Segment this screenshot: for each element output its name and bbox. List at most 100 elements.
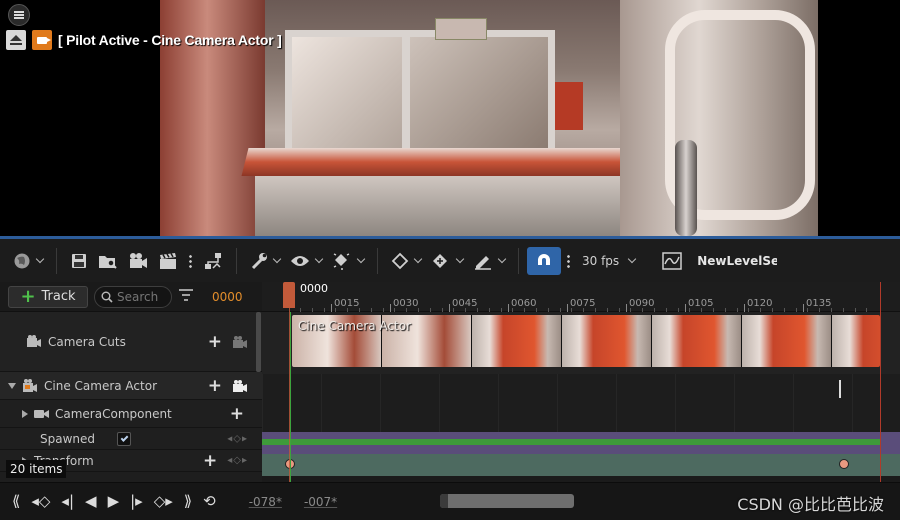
previous-key-icon[interactable]: ◂◇	[31, 494, 50, 509]
level-viewport[interactable]: [ Pilot Active - Cine Camera Actor ]	[0, 0, 900, 236]
next-key-icon[interactable]: ◇▸	[154, 494, 173, 509]
filter-icon	[179, 289, 193, 301]
track-camera-component[interactable]: CameraComponent +	[0, 400, 262, 428]
world-settings-button[interactable]	[8, 246, 48, 276]
actions-menu-button[interactable]	[245, 246, 285, 276]
save-button[interactable]	[65, 246, 93, 276]
add-section-button[interactable]: +	[208, 333, 222, 350]
track-label: CameraComponent	[55, 406, 172, 421]
camera-cut-section[interactable]: Cine Camera Actor	[292, 315, 880, 367]
scene-counter-base	[255, 176, 635, 236]
curve-editor-button[interactable]	[657, 246, 687, 276]
folder-search-icon	[99, 255, 117, 269]
spawned-checkbox[interactable]	[117, 431, 132, 446]
viewport-menu-button[interactable]	[8, 4, 30, 26]
jump-to-end-icon[interactable]: ⟫	[184, 494, 192, 509]
playhead-line	[289, 308, 290, 482]
camera-icon	[37, 36, 51, 44]
section-label: Cine Camera Actor	[298, 319, 411, 333]
track-camera-cuts[interactable]: Camera Cuts +	[0, 312, 262, 372]
director-blueprint-button[interactable]	[198, 246, 228, 276]
camera-lock-icon[interactable]	[232, 335, 248, 349]
loop-icon[interactable]: ⟲	[203, 494, 216, 509]
add-track-button[interactable]: + Track	[8, 285, 88, 308]
key-group-button[interactable]	[426, 246, 468, 276]
key-navigation-icon[interactable]: ◂◇▸	[227, 455, 248, 466]
track-actions: ◂◇▸	[227, 433, 248, 444]
view-range-start-field[interactable]: -078*	[249, 495, 282, 509]
plus-icon: +	[20, 285, 36, 307]
track-spawned[interactable]: Spawned ◂◇▸	[0, 428, 262, 450]
transform-keyframe[interactable]	[839, 459, 849, 469]
track-cine-camera-actor[interactable]: Cine Camera Actor +	[0, 372, 262, 400]
sequence-name[interactable]: NewLevelSe	[697, 254, 777, 268]
playback-start-marker[interactable]	[290, 312, 291, 482]
pencil-icon	[475, 255, 491, 270]
step-forward-icon[interactable]: |▸	[130, 494, 143, 509]
filter-button[interactable]	[178, 288, 194, 305]
key-navigation-icon[interactable]: ◂◇▸	[227, 433, 248, 444]
ruler-tick	[331, 304, 332, 312]
transform-lane[interactable]	[262, 454, 900, 476]
frame-rate-label: 30 fps	[582, 253, 620, 268]
snap-toggle-button[interactable]	[527, 246, 561, 275]
playhead-handle[interactable]	[283, 282, 295, 308]
ruler-tick	[685, 304, 686, 312]
section-thumbnail	[472, 315, 562, 367]
ruler-tick	[508, 304, 509, 312]
scene-window	[285, 30, 555, 160]
camera-cuts-icon	[27, 334, 41, 347]
magnet-icon	[538, 253, 550, 268]
jump-to-start-icon[interactable]: ⟪	[12, 494, 20, 509]
key-interpolation-button[interactable]	[386, 246, 426, 276]
playback-options-button[interactable]	[327, 246, 369, 276]
snap-options-icon[interactable]	[567, 253, 570, 268]
add-key-button[interactable]: +	[203, 452, 217, 469]
timeline-area[interactable]: 0015 0030 0045 0060 0075 0090 0105 0120 0135 000…	[262, 282, 900, 482]
edit-mode-button[interactable]	[468, 246, 510, 276]
sequencer-toolbar: 30 fps NewLevelSe	[0, 236, 900, 282]
camera-cuts-lane[interactable]: Cine Camera Actor	[262, 312, 900, 374]
eject-pilot-button[interactable]	[6, 30, 26, 50]
spawned-lane[interactable]	[262, 432, 900, 454]
ruler-tick	[567, 304, 568, 312]
spawned-bool-bar	[262, 439, 880, 445]
search-input[interactable]	[117, 289, 171, 304]
frame-rate-select[interactable]: 30 fps	[576, 254, 641, 268]
checkmark-icon	[120, 433, 128, 442]
toolbar-divider	[377, 247, 378, 274]
view-range-end-field[interactable]: -007*	[304, 495, 337, 509]
more-options-icon[interactable]	[189, 253, 192, 268]
timeline-scrollbar[interactable]	[440, 494, 574, 508]
section-thumbnail	[562, 315, 652, 367]
track-actions: +	[208, 333, 248, 350]
step-back-icon[interactable]: ◂|	[61, 494, 74, 509]
collapse-arrow-icon[interactable]	[22, 409, 28, 418]
diamond-icon	[391, 252, 409, 269]
cine-camera-lane[interactable]	[262, 374, 900, 432]
add-track-child-button[interactable]: +	[208, 377, 222, 394]
movie-camera-icon	[130, 252, 147, 268]
transport-bar: ⟪ ◂◇ ◂| ◀ ▶ |▸ ◇▸ ⟫ ⟲ -078* -007* CSDN @…	[0, 482, 900, 520]
play-reverse-icon[interactable]: ◀	[85, 494, 97, 509]
play-icon[interactable]: ▶	[108, 494, 120, 509]
pilot-camera-icon[interactable]	[232, 379, 248, 393]
curve-editor-icon	[662, 251, 682, 270]
scene-sign	[435, 18, 487, 40]
keyframe-marker[interactable]	[839, 380, 841, 398]
globe-icon	[14, 253, 30, 268]
find-in-browser-button[interactable]	[93, 246, 123, 276]
view-options-button[interactable]	[285, 246, 327, 276]
video-camera-icon	[34, 409, 49, 418]
search-field[interactable]	[94, 285, 172, 308]
expand-arrow-icon[interactable]	[8, 382, 16, 389]
camera-badge[interactable]	[32, 30, 52, 50]
outliner-scrollbar[interactable]	[256, 312, 261, 372]
add-property-button[interactable]: +	[230, 405, 244, 422]
time-ruler[interactable]: 0015 0030 0045 0060 0075 0090 0105 0120 0135	[262, 282, 900, 312]
track-label: Cine Camera Actor	[44, 378, 157, 393]
current-frame-field[interactable]: 0000	[212, 290, 243, 304]
create-camera-button[interactable]	[123, 246, 153, 276]
playback-end-marker[interactable]	[880, 282, 881, 482]
render-movie-button[interactable]	[153, 246, 183, 276]
